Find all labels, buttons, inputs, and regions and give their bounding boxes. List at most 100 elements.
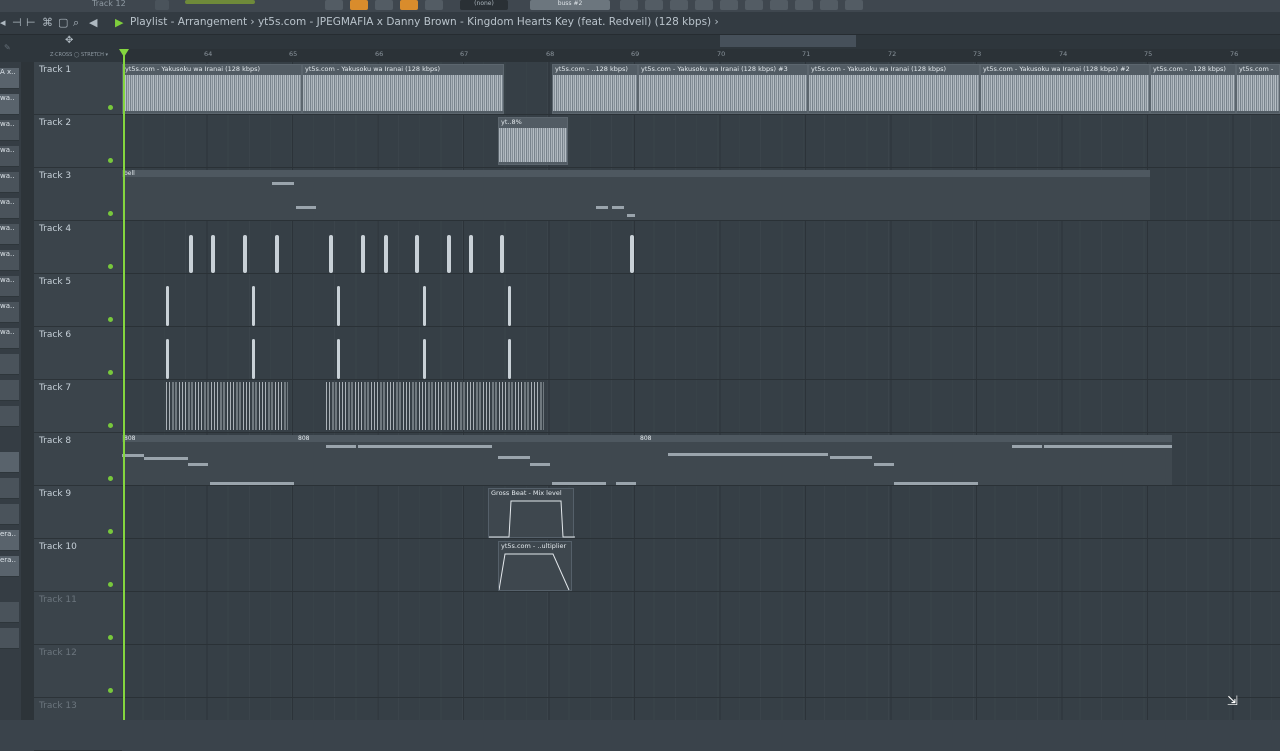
mic-icon[interactable] [770,0,788,10]
track-header[interactable]: Track 13 [34,698,122,751]
pattern-item[interactable]: wa.. [0,250,19,271]
drum-hit[interactable] [337,339,340,379]
pattern-item[interactable]: A x.. [0,68,19,89]
record-icon[interactable] [425,0,443,10]
automation-clip[interactable]: Gross Beat - Mix level [488,488,575,538]
pattern-clip[interactable]: 808 [122,435,296,485]
track-header[interactable]: Track 1 [34,62,122,115]
pattern-item[interactable] [0,628,19,649]
drum-hit[interactable] [243,235,247,273]
drum-hit[interactable] [361,235,365,273]
audio-clip[interactable]: yt5s.com - Yakusoku wa Iranai (128 kbps) [302,64,504,114]
play-icon[interactable]: ▶ [115,16,123,29]
drum-hit[interactable] [252,339,255,379]
drum-hit[interactable] [508,339,511,379]
track-enable-led[interactable] [108,582,113,587]
track-header[interactable]: Track 4 [34,221,122,274]
drum-hit[interactable] [166,339,169,379]
track-header[interactable]: Track 10 [34,539,122,592]
settings-icon[interactable] [845,0,863,10]
snap-tool-icon[interactable] [400,0,418,10]
piano-roll-icon[interactable] [670,0,688,10]
pattern-item[interactable] [0,452,19,473]
track-header[interactable]: Track 9 [34,486,122,539]
track-enable-led[interactable] [108,105,113,110]
export-icon[interactable] [820,0,838,10]
zoom-out-icon[interactable]: ⊣ [12,16,22,30]
arrangement-grid[interactable]: yt5s.com - Yakusoku wa Iranai (128 kbps)… [122,62,1280,720]
pattern-item[interactable]: wa.. [0,328,19,349]
pattern-item[interactable] [0,504,19,525]
track-enable-led[interactable] [108,264,113,269]
track-header[interactable]: Track 8 [34,433,122,486]
track-enable-led[interactable] [108,211,113,216]
audio-clip[interactable]: yt5s.com - ..128 kbps) [1150,64,1236,114]
pattern-item[interactable] [0,602,19,623]
pattern-clip[interactable]: 808 [296,435,638,485]
hihat-clip[interactable] [166,382,288,430]
pattern-clip[interactable]: bell [122,170,1150,220]
plugin-icon[interactable] [695,0,713,10]
draw-tool-icon[interactable] [350,0,368,10]
drum-hit[interactable] [252,286,255,326]
volume-slider[interactable] [185,0,255,4]
channel-rack-icon[interactable] [645,0,663,10]
pattern-item[interactable]: wa.. [0,172,19,193]
timeline-ruler[interactable]: 64 65 66 67 68 69 70 71 72 73 74 75 76 [122,49,1280,63]
horizontal-scrollbar[interactable] [720,35,856,47]
track-header[interactable]: Track 11 [34,592,122,645]
paint-tool-icon[interactable] [375,0,393,10]
drum-hit[interactable] [469,235,473,273]
drum-hit[interactable] [275,235,279,273]
knob-icon[interactable] [155,0,169,10]
pencil-icon[interactable]: ✎ [4,41,11,55]
drum-hit[interactable] [415,235,419,273]
pattern-item[interactable]: wa.. [0,120,19,141]
drum-hit[interactable] [211,235,215,273]
track-enable-led[interactable] [108,635,113,640]
track-header[interactable]: Track 6 [34,327,122,380]
track-enable-led[interactable] [108,317,113,322]
drum-hit[interactable] [189,235,193,273]
pattern-clip[interactable]: 808 [638,435,1172,485]
stop-icon[interactable] [745,0,763,10]
audio-clip[interactable]: yt5s.com - ..128 kbps) [552,64,638,114]
playhead[interactable] [123,53,125,720]
playlist-icon[interactable] [325,0,343,10]
zoom-in-icon[interactable]: ⊢ [26,16,36,30]
pattern-item[interactable]: wa.. [0,302,19,323]
drum-hit[interactable] [630,235,634,273]
drum-hit[interactable] [329,235,333,273]
pattern-item[interactable]: wa.. [0,198,19,219]
track-enable-led[interactable] [108,529,113,534]
track-enable-led[interactable] [108,688,113,693]
audio-clip[interactable]: yt5s.com - Yakusoku wa Iranai (128 kbps)… [638,64,808,114]
automation-clip[interactable]: yt5s.com - ..ultiplier [498,541,572,591]
fit-icon[interactable]: ▢ [58,16,68,30]
drum-hit[interactable] [384,235,388,273]
drum-hit[interactable] [500,235,504,273]
track-enable-led[interactable] [108,370,113,375]
drum-hit[interactable] [166,286,169,326]
drum-hit[interactable] [337,286,340,326]
bus-select[interactable]: buss #2 [530,0,610,10]
mixer-select[interactable]: (none) [460,0,508,10]
drum-hit[interactable] [423,339,426,379]
track-header[interactable]: Track 2 [34,115,122,168]
pattern-item[interactable] [0,478,19,499]
tempo-icon[interactable] [795,0,813,10]
pattern-item[interactable]: wa.. [0,146,19,167]
pattern-item[interactable]: era.. [0,556,19,577]
pattern-item[interactable] [0,354,19,375]
track-header[interactable]: Track 3 [34,168,122,221]
track-header[interactable]: Track 7 [34,380,122,433]
audio-clip[interactable]: yt..8% [498,117,568,165]
pattern-item[interactable] [0,380,19,401]
pattern-item[interactable]: wa.. [0,94,19,115]
hihat-clip[interactable] [326,382,544,430]
speaker-icon[interactable]: ◀ [89,16,97,30]
track-enable-led[interactable] [108,158,113,163]
track-enable-led[interactable] [108,423,113,428]
drum-hit[interactable] [508,286,511,326]
mixer-icon[interactable] [620,0,638,10]
